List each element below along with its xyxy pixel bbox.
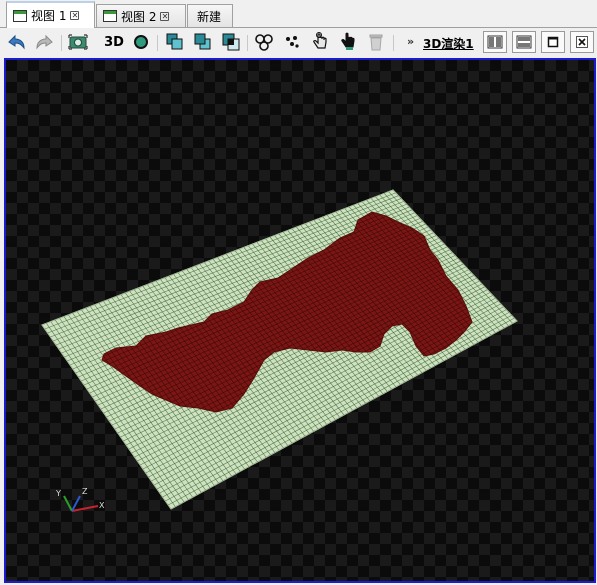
nodes-icon <box>255 34 273 51</box>
tab-new[interactable]: 新建 <box>187 4 233 27</box>
close-view-button[interactable] <box>570 31 594 53</box>
split-vertical-button[interactable] <box>483 31 507 53</box>
maximize-icon <box>547 36 559 48</box>
axis-x-line <box>71 505 99 512</box>
tab-view-2[interactable]: 视图 2 ✕ <box>96 4 186 27</box>
split-vertical-icon <box>487 35 503 49</box>
window-icon <box>103 10 117 22</box>
undo-button[interactable] <box>5 31 27 53</box>
screenshot-button[interactable] <box>67 31 89 53</box>
sphere-icon <box>134 35 148 49</box>
mesh-scene[interactable]: X Y Z <box>6 60 594 581</box>
overflow-chevron-icon[interactable]: » <box>407 35 414 48</box>
toolbar-separator <box>247 35 248 51</box>
render-viewport[interactable]: X Y Z <box>4 58 596 583</box>
close-icon[interactable]: ✕ <box>70 11 80 20</box>
pick-icon <box>313 32 327 49</box>
toolbar-separator <box>393 35 394 51</box>
split-horizontal-icon <box>516 35 532 49</box>
split-horizontal-button[interactable] <box>512 31 536 53</box>
points-icon <box>286 36 299 48</box>
toolbar-separator <box>61 35 62 51</box>
toolbar: 3D » 3D渲染1 <box>0 29 597 56</box>
layer-back-icon <box>194 33 211 50</box>
axis-y-line <box>63 495 73 512</box>
redo-icon <box>36 34 53 50</box>
maximize-button[interactable] <box>541 31 565 53</box>
axis-x-label: X <box>99 501 105 510</box>
pointer-button[interactable] <box>337 31 359 53</box>
layer-merge-icon <box>222 33 240 51</box>
points-button[interactable] <box>281 31 303 53</box>
close-icon[interactable]: ✕ <box>160 11 170 21</box>
trash-icon <box>369 34 383 51</box>
tab-bar: 视图 1 ✕ 视图 2 ✕ 新建 <box>0 0 597 28</box>
pointer-icon <box>341 32 355 50</box>
tab-label: 视图 1 <box>31 9 67 23</box>
tab-view-1[interactable]: 视图 1 ✕ <box>6 1 95 28</box>
merge-layers-button[interactable] <box>220 31 242 53</box>
toolbar-separator <box>157 35 158 51</box>
axis-triad: X Y Z <box>55 487 105 512</box>
axis-y-label: Y <box>55 489 61 498</box>
close-icon <box>576 36 588 48</box>
redo-button[interactable] <box>34 31 56 53</box>
send-back-button[interactable] <box>192 31 214 53</box>
mode-3d-button[interactable]: 3D <box>102 31 126 53</box>
bring-front-button[interactable] <box>164 31 186 53</box>
layer-front-icon <box>166 33 183 50</box>
tab-label: 新建 <box>197 9 222 24</box>
nodes-button[interactable] <box>253 31 275 53</box>
sphere-button[interactable] <box>130 31 152 53</box>
camera-icon <box>68 34 88 50</box>
pick-button[interactable] <box>309 31 331 53</box>
window-icon <box>13 9 27 22</box>
tab-label: 视图 2 <box>121 9 157 24</box>
delete-button[interactable] <box>365 31 387 53</box>
axis-z-label: Z <box>82 487 88 496</box>
undo-icon <box>8 34 25 50</box>
render-mode-link[interactable]: 3D渲染1 <box>423 35 474 52</box>
